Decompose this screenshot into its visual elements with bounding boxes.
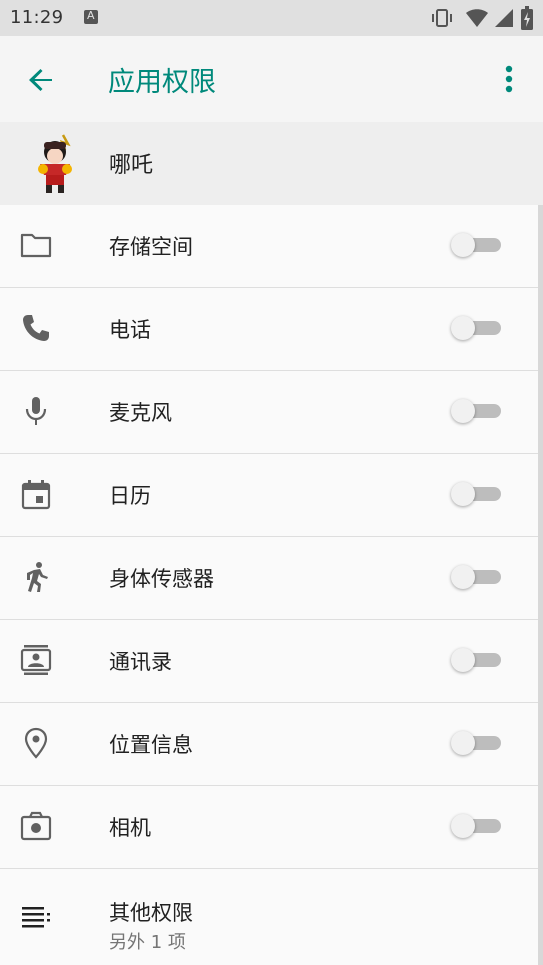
permission-toggle[interactable] (451, 727, 505, 759)
other-permissions-row[interactable]: 其他权限 另外 1 项 (0, 869, 543, 965)
arrow-back-icon[interactable] (18, 56, 66, 104)
permission-toggle[interactable] (451, 810, 505, 842)
page-title: 应用权限 (108, 67, 216, 98)
app-bar: 应用权限 (0, 36, 543, 123)
location-pin-icon (24, 727, 48, 759)
calendar-icon (21, 480, 51, 510)
status-bar: 11:29 (0, 0, 543, 36)
permission-label: 麦克风 (109, 401, 172, 425)
toggle-thumb (451, 731, 475, 755)
keyboard-a-icon (84, 9, 98, 24)
permission-row-location[interactable]: 位置信息 (0, 703, 543, 786)
battery-icon (521, 6, 533, 30)
permission-toggle[interactable] (451, 644, 505, 676)
toggle-thumb (451, 316, 475, 340)
toggle-thumb (451, 565, 475, 589)
microphone-icon (25, 397, 47, 425)
signal-icon (495, 9, 513, 27)
permission-list: 存储空间 电话 麦克风 日历 身体传感器 通讯录 位置信息 相机 其他权限 另外… (0, 205, 543, 965)
toggle-thumb (451, 233, 475, 257)
permission-label: 位置信息 (109, 733, 193, 757)
permission-toggle[interactable] (451, 312, 505, 344)
permission-label: 相机 (109, 816, 151, 840)
app-avatar-icon (38, 134, 72, 193)
status-time: 11:29 (10, 7, 64, 28)
vibrate-icon (432, 9, 452, 27)
camera-icon (20, 811, 52, 841)
permission-row-camera[interactable]: 相机 (0, 786, 543, 869)
contacts-icon (20, 645, 52, 675)
phone-icon (23, 315, 49, 341)
permission-row-contacts[interactable]: 通讯录 (0, 620, 543, 703)
permission-label: 存储空间 (109, 235, 193, 259)
permission-row-storage[interactable]: 存储空间 (0, 205, 543, 288)
permission-label: 身体传感器 (109, 567, 214, 591)
permission-row-phone[interactable]: 电话 (0, 288, 543, 371)
permission-row-calendar[interactable]: 日历 (0, 454, 543, 537)
app-header: 哪吒 (0, 122, 543, 205)
permission-row-microphone[interactable]: 麦克风 (0, 371, 543, 454)
toggle-thumb (451, 814, 475, 838)
scrollbar[interactable] (538, 205, 543, 965)
permission-label: 日历 (109, 484, 151, 508)
permission-toggle[interactable] (451, 395, 505, 427)
other-permissions-subtitle: 另外 1 项 (109, 932, 186, 953)
permission-row-body-sensors[interactable]: 身体传感器 (0, 537, 543, 620)
other-permissions-title: 其他权限 (109, 901, 193, 925)
permission-label: 电话 (109, 318, 151, 342)
permission-toggle[interactable] (451, 561, 505, 593)
permission-toggle[interactable] (451, 229, 505, 261)
wifi-icon (466, 9, 488, 27)
more-vert-icon[interactable] (494, 60, 524, 100)
permission-label: 通讯录 (109, 650, 172, 674)
list-icon (22, 907, 50, 928)
permission-toggle[interactable] (451, 478, 505, 510)
toggle-thumb (451, 482, 475, 506)
walking-person-icon (27, 562, 48, 592)
app-name: 哪吒 (109, 153, 154, 178)
folder-icon (20, 233, 52, 258)
toggle-thumb (451, 399, 475, 423)
toggle-thumb (451, 648, 475, 672)
